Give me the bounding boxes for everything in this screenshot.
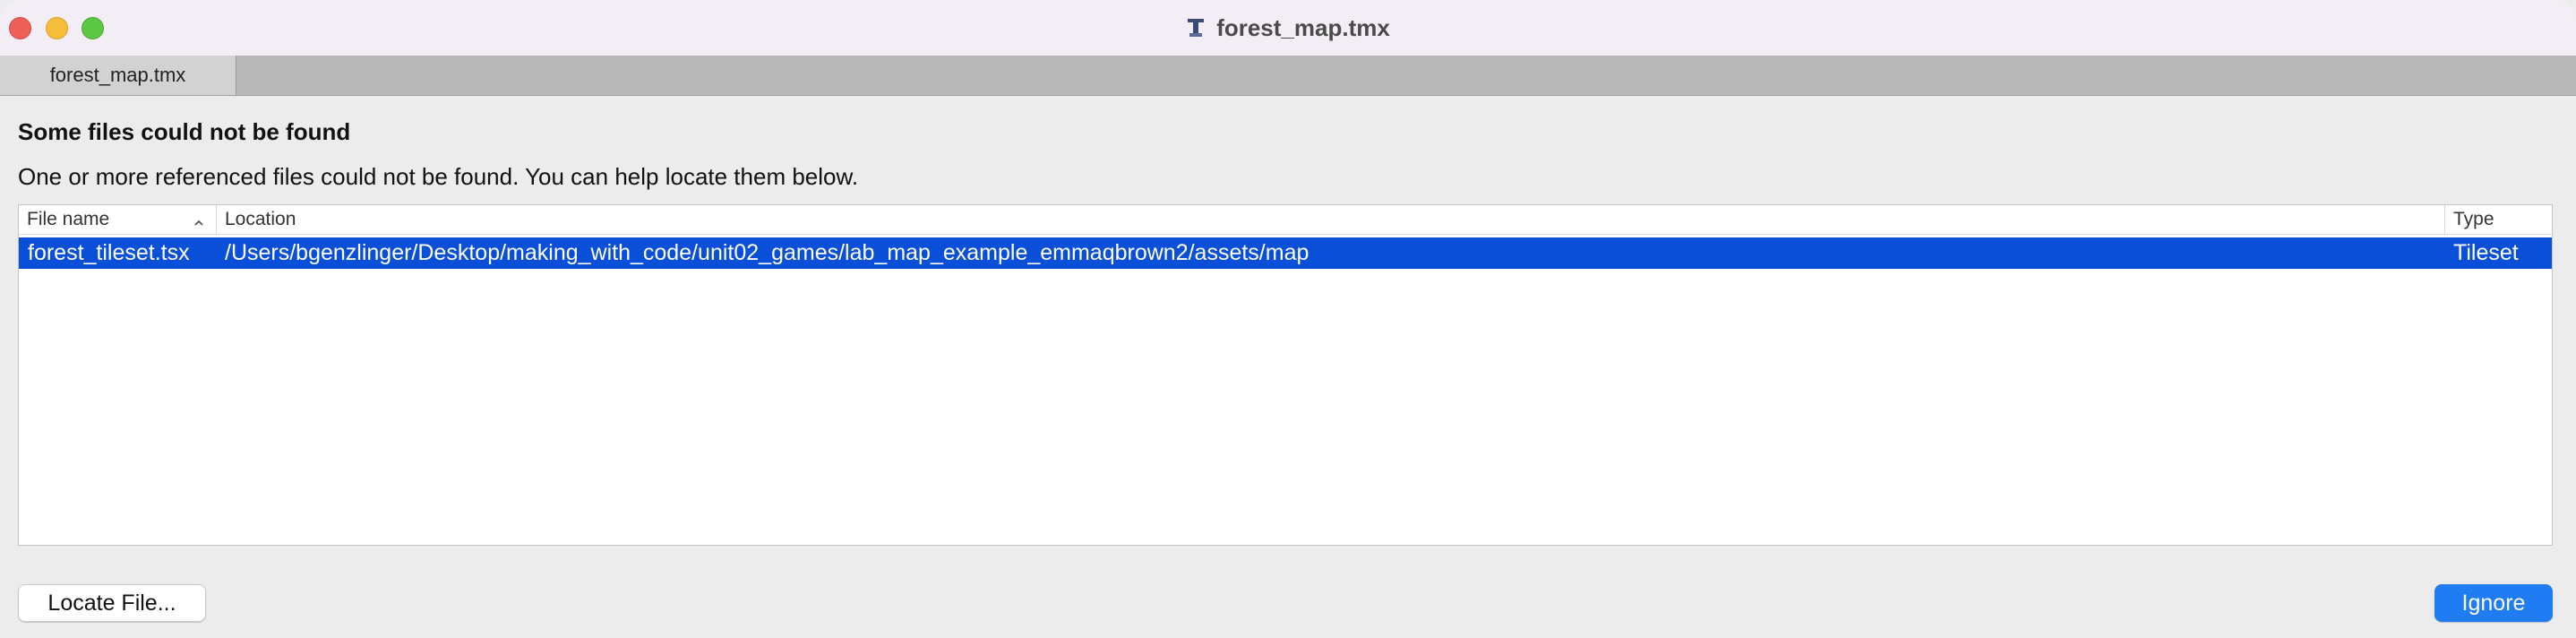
tiled-app-icon [1186,17,1206,39]
table-row[interactable]: forest_tileset.tsx /Users/bgenzlinger/De… [19,237,2552,269]
tab-forest-map[interactable]: forest_map.tmx [0,56,236,95]
column-header-location[interactable]: Location [216,205,2462,234]
locate-file-button[interactable]: Locate File... [18,584,206,622]
column-label-file-name: File name [27,209,110,229]
dialog-description: One or more referenced files could not b… [18,163,859,190]
dialog-window: forest_map.tmx forest_map.tmx Some files… [0,0,2576,638]
sort-ascending-icon [193,213,205,226]
ignore-button[interactable]: Ignore [2434,584,2553,622]
cell-location: /Users/bgenzlinger/Desktop/making_with_c… [225,240,1309,265]
missing-files-table[interactable]: File name Location Type forest_tileset.t… [18,204,2553,546]
column-header-type[interactable]: Type [2444,205,2552,234]
tab-bar: forest_map.tmx [0,56,2576,96]
window-title: forest_map.tmx [1216,13,1390,41]
column-label-location: Location [225,209,296,229]
window-title-group: forest_map.tmx [0,0,2576,56]
cell-file-name: forest_tileset.tsx [28,240,190,265]
cell-type: Tileset [2453,240,2519,265]
column-label-type: Type [2453,209,2494,229]
table-header: File name Location Type [19,205,2552,235]
column-header-file-name[interactable]: File name [19,205,216,234]
title-bar[interactable]: forest_map.tmx [0,0,2576,56]
dialog-heading: Some files could not be found [18,118,351,145]
